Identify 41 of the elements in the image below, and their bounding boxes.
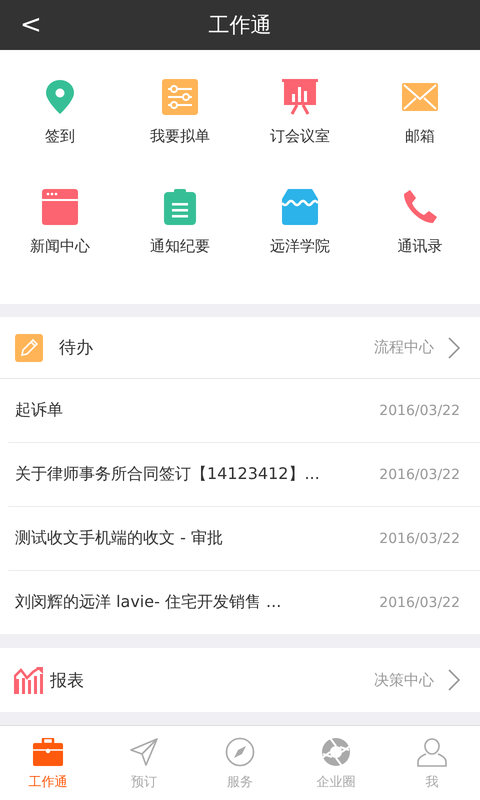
phone-icon	[402, 189, 438, 225]
chevron-right-icon	[448, 669, 460, 691]
section-title: 报表	[50, 670, 84, 692]
todo-item[interactable]: 刘闵辉的远洋 lavie- 住宅开发销售 ... 2016/03/22	[8, 571, 480, 634]
section-title: 待办	[59, 337, 93, 359]
pencil-icon	[15, 334, 43, 362]
todo-item[interactable]: 起诉单 2016/03/22	[8, 379, 480, 443]
app-shortcut[interactable]: 我要拟单	[120, 78, 240, 188]
todo-date: 2016/03/22	[379, 466, 460, 482]
briefcase-icon	[33, 738, 63, 766]
presentation-board-icon	[282, 79, 318, 115]
app-shortcut[interactable]: 新闻中心	[0, 188, 120, 298]
todo-date: 2016/03/22	[379, 530, 460, 546]
envelope-icon	[402, 83, 438, 111]
clipboard-icon	[164, 189, 196, 225]
person-icon	[417, 737, 447, 767]
compass-icon	[225, 737, 255, 767]
paper-plane-icon	[130, 738, 158, 766]
app-shortcut[interactable]: 签到	[0, 78, 120, 188]
browser-window-icon	[42, 189, 78, 225]
todo-date: 2016/03/22	[379, 594, 460, 610]
app-shortcut[interactable]: 订会议室	[240, 78, 360, 188]
bar-chart-icon	[14, 666, 44, 694]
aperture-icon	[321, 737, 351, 767]
todo-item[interactable]: 测试收文手机端的收文 - 审批 2016/03/22	[8, 507, 480, 571]
app-shortcut[interactable]: 邮箱	[360, 78, 480, 188]
page-title: 工作通	[208, 12, 272, 39]
todo-title: 起诉单	[15, 400, 63, 421]
todo-title: 刘闵辉的远洋 lavie- 住宅开发销售 ...	[15, 592, 282, 613]
app-shortcut[interactable]: 通知纪要	[120, 188, 240, 298]
app-shortcut[interactable]: 通讯录	[360, 188, 480, 298]
todo-title: 测试收文手机端的收文 - 审批	[15, 528, 223, 549]
todo-title: 关于律师事务所合同签订【14123412】...	[15, 464, 320, 485]
chevron-right-icon	[448, 336, 460, 358]
sliders-icon	[162, 79, 198, 115]
back-button[interactable]: <	[14, 8, 48, 42]
app-shortcut[interactable]: 远洋学院	[240, 188, 360, 298]
todo-date: 2016/03/22	[379, 402, 460, 418]
todo-item[interactable]: 关于律师事务所合同签订【14123412】... 2016/03/22	[8, 443, 480, 507]
pin-icon	[45, 79, 75, 115]
store-icon	[282, 189, 318, 225]
